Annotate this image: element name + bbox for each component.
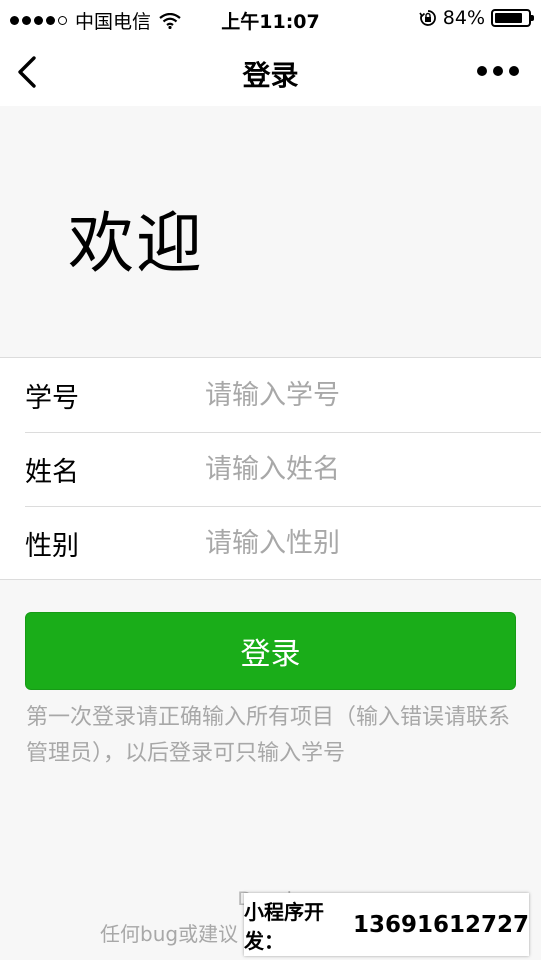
- name-label: 姓名: [25, 457, 79, 488]
- more-dots-icon[interactable]: [477, 66, 519, 76]
- login-form: 学号 姓名 性别: [0, 357, 541, 580]
- gender-label: 性别: [25, 531, 79, 562]
- login-hint: 第一次登录请正确输入所有项目（输入错误请联系管理员），以后登录可只输入学号: [26, 705, 511, 766]
- battery-icon: [491, 9, 534, 27]
- name-row: 姓名: [25, 432, 541, 506]
- student-id-label: 学号: [25, 382, 79, 414]
- battery-percent: 84%: [442, 7, 485, 29]
- orientation-lock-icon: [419, 10, 436, 26]
- gender-input[interactable]: [205, 528, 505, 559]
- status-bar: 中国电信 上午11:07 84%: [0, 0, 541, 36]
- student-id-input[interactable]: [205, 379, 505, 411]
- page-title: 登录: [242, 59, 299, 92]
- status-right: 84%: [419, 7, 534, 29]
- name-input[interactable]: [205, 454, 505, 485]
- ad-badge-number: 13691612727: [352, 911, 529, 938]
- battery-fill: [495, 13, 522, 23]
- nav-bar: 登录: [0, 36, 541, 106]
- footer-feedback: 任何bug或建议: [100, 922, 239, 946]
- ad-badge: 小程序开发： 13691612727: [244, 893, 529, 956]
- gender-row: 性别: [25, 506, 541, 580]
- welcome-heading: 欢迎: [68, 205, 204, 282]
- student-id-row: 学号: [25, 358, 541, 432]
- ad-badge-text: 小程序开发：: [244, 899, 324, 953]
- login-button[interactable]: 登录: [25, 612, 516, 690]
